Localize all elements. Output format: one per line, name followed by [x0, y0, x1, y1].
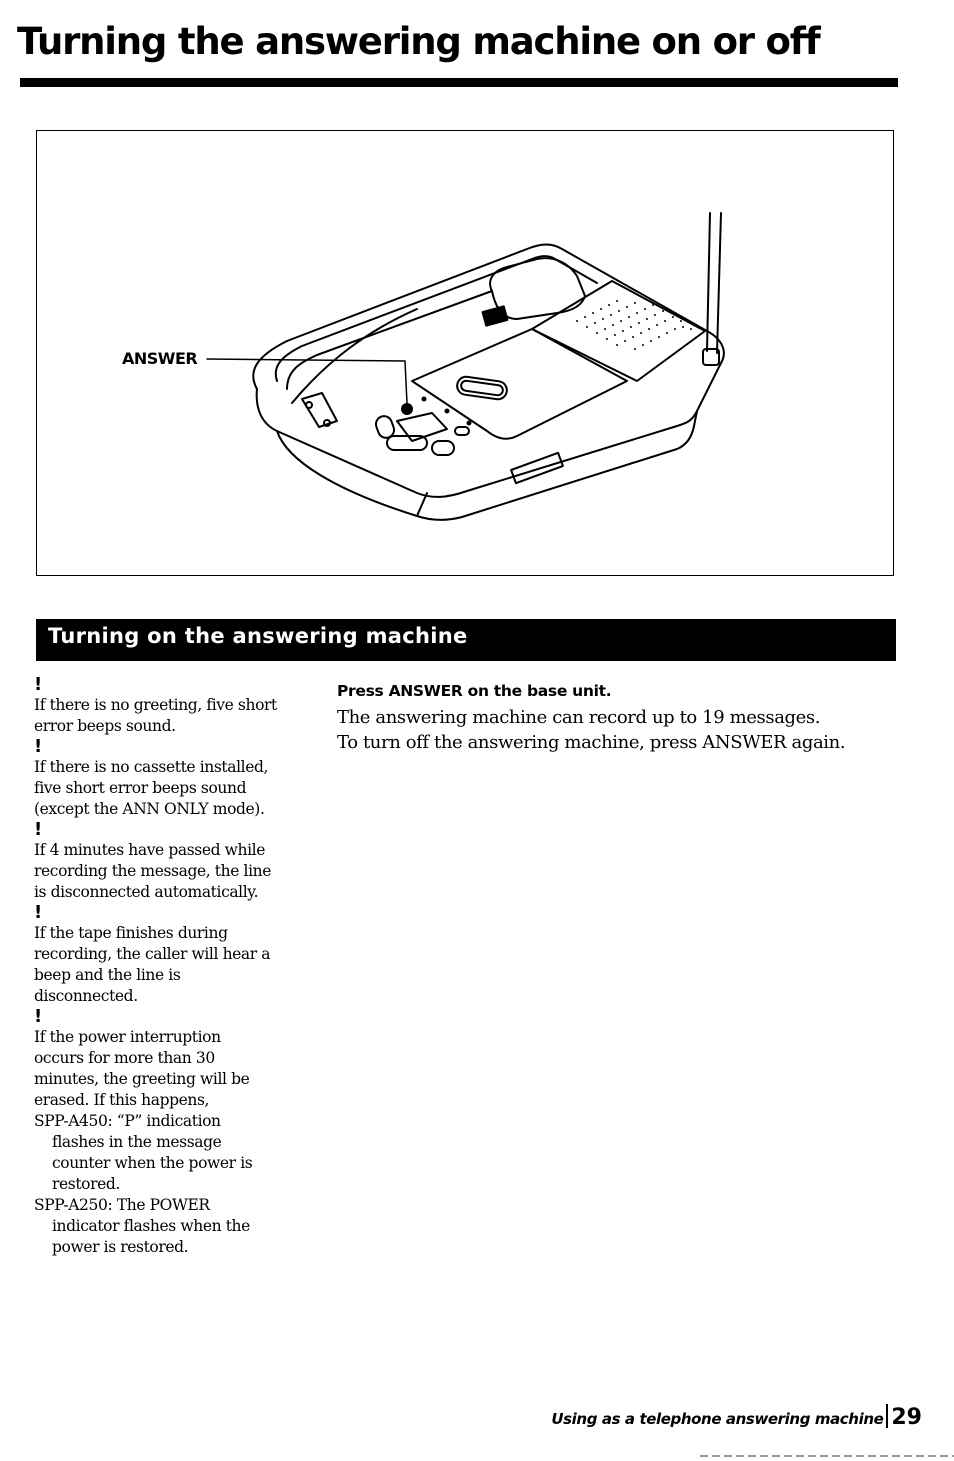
speaker-grille-icon — [576, 300, 692, 350]
note-item: ! If the tape finishes during recording, t… — [34, 903, 324, 1007]
note-line: counter when the power is — [52, 1154, 253, 1172]
note-line: If the tape finishes during — [34, 924, 228, 942]
note-item: ! If 4 minutes have passed while recording… — [34, 820, 324, 903]
title-rule — [20, 78, 898, 87]
note-line: restored. — [52, 1175, 120, 1193]
step-body-line: The answering machine can record up to 1… — [337, 707, 821, 728]
note-exclamation-icon: ! — [34, 736, 42, 757]
note-line: If 4 minutes have passed while — [34, 841, 265, 859]
note-line: recording, the caller will hear a — [34, 945, 271, 963]
footer-separator — [886, 1404, 889, 1428]
note-line: five short error beeps sound — [34, 779, 247, 797]
note-line: If there is no cassette installed, — [34, 758, 269, 776]
page-title: Turning the answering machine on or off — [17, 20, 821, 63]
note-line: error beeps sound. — [34, 717, 176, 735]
note-line: occurs for more than 30 — [34, 1049, 215, 1067]
note-text: If the tape finishes during recording, th… — [34, 923, 324, 1007]
note-text: If there is no cassette installed, five s… — [34, 757, 324, 820]
section-header-bar: Turning on the answering machine — [36, 619, 896, 661]
instructions-column: Press ANSWER on the base unit. The answe… — [337, 680, 897, 755]
note-line: erased. If this happens, — [34, 1091, 210, 1109]
answer-button-icon — [401, 403, 413, 415]
note-text: If 4 minutes have passed while recording … — [34, 840, 324, 903]
play-button-icon — [456, 375, 508, 401]
note-line: If the power interruption — [34, 1028, 221, 1046]
note-line: is disconnected automatically. — [34, 883, 259, 901]
note-text: If there is no greeting, five short error… — [34, 695, 324, 737]
note-line: SPP-A250: The POWER — [34, 1196, 210, 1214]
note-item: ! If there is no greeting, five short erro… — [34, 675, 324, 737]
antenna-icon — [702, 212, 722, 366]
note-line: indicator flashes when the — [52, 1217, 250, 1235]
step-heading: Press ANSWER on the base unit. — [337, 682, 612, 700]
note-line: (except the ANN ONLY mode). — [34, 800, 265, 818]
note-line: power is restored. — [52, 1238, 189, 1256]
note-exclamation-icon: ! — [34, 819, 42, 840]
note-exclamation-icon: ! — [34, 674, 42, 695]
note-exclamation-icon: ! — [34, 902, 42, 923]
note-line: minutes, the greeting will be — [34, 1070, 250, 1088]
section-title: Turning on the answering machine — [48, 624, 468, 648]
note-item: ! If the power interruption occurs for mor… — [34, 1007, 324, 1258]
page-footer: Using as a telephone answering machine 29 — [551, 1404, 922, 1430]
note-item: ! If there is no cassette installed, five … — [34, 737, 324, 820]
figure-frame: ANSWER — [36, 130, 894, 576]
scan-artifact-dashes — [700, 1455, 954, 1457]
notes-column: ! If there is no greeting, five short erro… — [34, 675, 324, 1258]
note-line: flashes in the message — [52, 1133, 222, 1151]
note-line: disconnected. — [34, 987, 138, 1005]
note-line: recording the message, the line — [34, 862, 271, 880]
note-line: If there is no greeting, five short — [34, 696, 277, 714]
answer-callout-label: ANSWER — [122, 349, 198, 368]
step-body-line: To turn off the answering machine, press… — [337, 732, 846, 753]
note-line: beep and the line is — [34, 966, 181, 984]
note-exclamation-icon: ! — [34, 1006, 42, 1027]
note-text: If the power interruption occurs for more… — [34, 1027, 324, 1258]
callout-leader-line — [206, 358, 408, 404]
page-number: 29 — [891, 1405, 922, 1430]
footer-section-name: Using as a telephone answering machine — [551, 1410, 884, 1428]
note-line: SPP-A450: “P” indication — [34, 1112, 221, 1130]
